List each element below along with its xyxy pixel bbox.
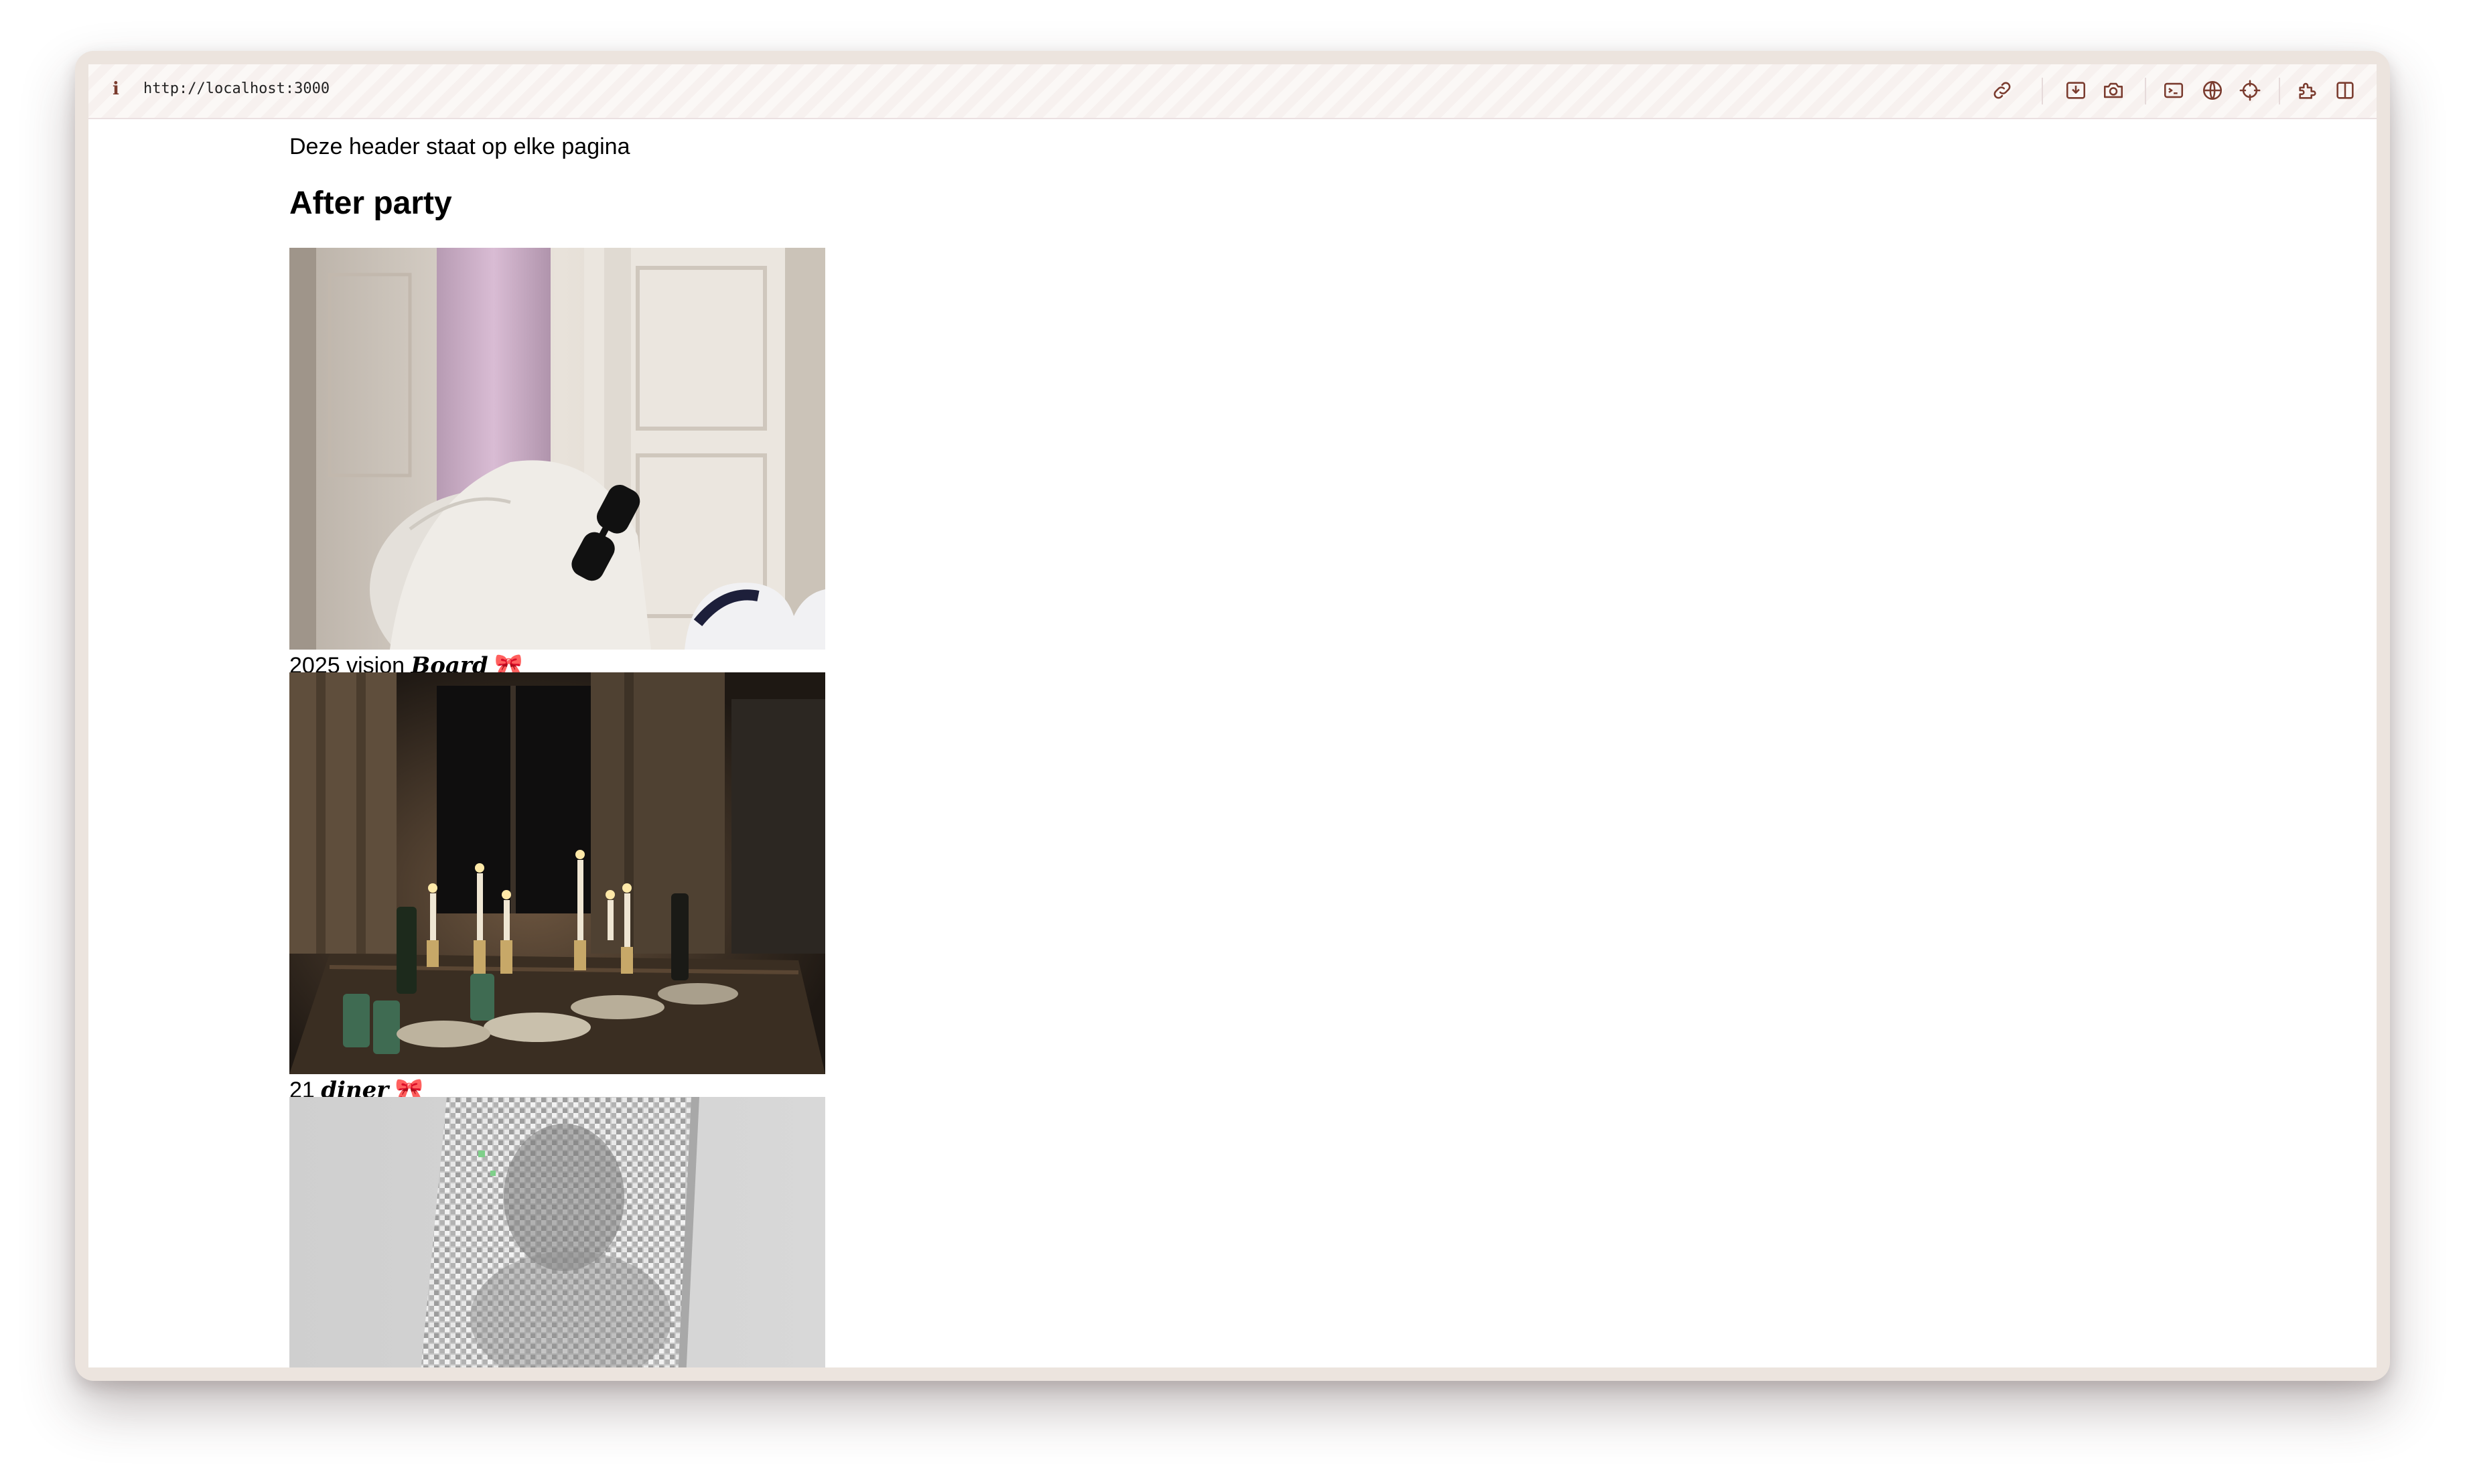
toolbar-separator bbox=[2279, 78, 2280, 104]
terminal-icon[interactable] bbox=[2162, 79, 2185, 102]
address-bar[interactable]: http://localhost:3000 bbox=[143, 80, 330, 97]
camera-icon[interactable] bbox=[2102, 79, 2125, 102]
dinner-photo bbox=[289, 672, 825, 1074]
post-image[interactable] bbox=[289, 672, 825, 1074]
browser-window: i http://localhost:3000 Deze header staa… bbox=[75, 51, 2390, 1381]
toolbar-separator bbox=[2042, 78, 2043, 104]
post-image[interactable] bbox=[289, 248, 825, 650]
site-header: Deze header staat op elke pagina bbox=[289, 134, 630, 159]
mirror-mosaic-photo bbox=[289, 1097, 825, 1367]
extensions-icon[interactable] bbox=[2296, 79, 2319, 102]
download-icon[interactable] bbox=[2064, 79, 2087, 102]
split-view-icon[interactable] bbox=[2334, 79, 2356, 102]
globe-icon[interactable] bbox=[2201, 79, 2224, 102]
browser-viewport: i http://localhost:3000 Deze header staa… bbox=[88, 64, 2377, 1367]
post-image[interactable] bbox=[289, 1097, 825, 1367]
link-icon[interactable] bbox=[1991, 79, 2014, 102]
crosshair-icon[interactable] bbox=[2239, 79, 2261, 102]
page-content: Deze header staat op elke pagina After p… bbox=[88, 119, 2377, 1367]
page-title: After party bbox=[289, 186, 452, 221]
browser-toolbar: i http://localhost:3000 bbox=[88, 64, 2377, 119]
yoga-mat-photo bbox=[289, 248, 825, 650]
toolbar-separator bbox=[2145, 78, 2146, 104]
info-icon[interactable]: i bbox=[113, 79, 119, 99]
